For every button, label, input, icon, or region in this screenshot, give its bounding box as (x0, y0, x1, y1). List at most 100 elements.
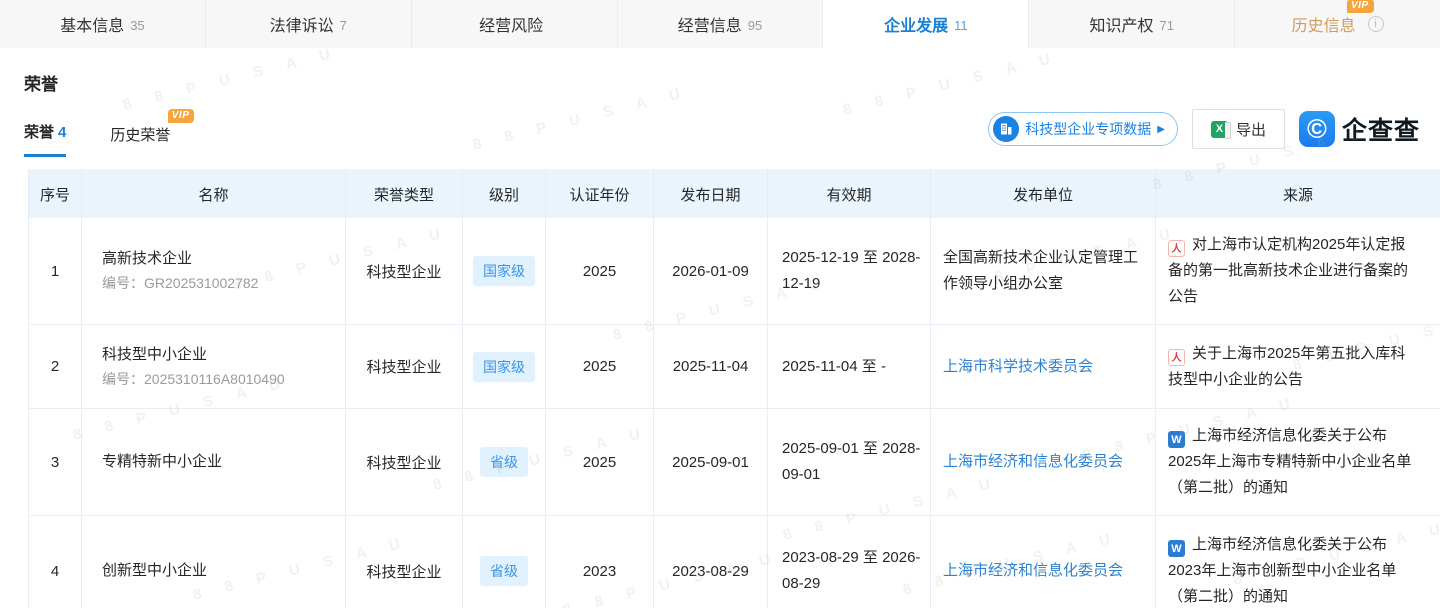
cell-validity: 2023-08-29 至 2026-08-29 (767, 516, 930, 608)
subtab-label: 历史荣誉 (110, 127, 171, 144)
vip-badge: VIP (167, 109, 195, 123)
excel-icon: X (1210, 120, 1231, 139)
action-buttons: 科技型企业专项数据 ▶ X 导出 © 企查查 (988, 109, 1420, 157)
table-body: 1 高新技术企业 编号：GR202531002782 科技型企业 国家级 202… (28, 218, 1440, 608)
tab-business-risk[interactable]: 经营风险 (412, 0, 618, 48)
tab-count: 7 (339, 17, 347, 33)
tech-enterprise-data-label: 科技型企业专项数据 (1025, 121, 1152, 137)
cell-name: 科技型中小企业 编号：2025310116A8010490 (81, 325, 345, 409)
cell-publish-date: 2023-08-29 (653, 516, 767, 608)
source-text: 上海市经济信息化委关于公布2025年上海市专精特新中小企业名单（第二批）的通知 (1168, 427, 1412, 496)
cell-cert-year: 2025 (545, 218, 653, 325)
cell-name: 高新技术企业 编号：GR202531002782 (81, 218, 345, 325)
qichacha-logo-text: 企查查 (1341, 117, 1420, 145)
table-header-row: 序号 名称 荣誉类型 级别 认证年份 发布日期 有效期 发布单位 来源 (28, 169, 1440, 218)
honor-name: 高新技术企业 (102, 250, 193, 267)
header-source: 来源 (1155, 170, 1440, 218)
cell-source: 对上海市认定机构2025年认定报备的第一批高新技术企业进行备案的公告 (1155, 218, 1440, 325)
cell-cert-year: 2025 (545, 325, 653, 409)
honor-name: 专精特新中小企业 (102, 453, 223, 470)
cell-level: 省级 (462, 409, 545, 516)
honor-code: 编号：GR202531002782 (102, 275, 259, 291)
info-icon[interactable]: i (1367, 16, 1384, 32)
cell-publish-date: 2025-09-01 (653, 409, 767, 516)
cell-name: 专精特新中小企业 (81, 409, 345, 516)
cell-level: 国家级 (462, 325, 545, 409)
top-tab-bar: 基本信息 35 法律诉讼 7 经营风险 经营信息 95 企业发展 11 知识产权… (0, 0, 1440, 48)
level-badge: 省级 (480, 556, 528, 586)
subtab-history-honors[interactable]: 历史荣誉 VIP (110, 109, 195, 157)
cell-source: 关于上海市2025年第五批入库科技型中小企业的公告 (1155, 325, 1440, 409)
export-label: 导出 (1235, 121, 1266, 139)
tab-enterprise-development[interactable]: 企业发展 11 (823, 0, 1030, 48)
qichacha-logo[interactable]: © 企查查 (1298, 111, 1420, 147)
subtab-count: 4 (58, 124, 67, 141)
header-name: 名称 (81, 170, 345, 218)
building-icon (993, 116, 1020, 142)
tab-basic-info[interactable]: 基本信息 35 (0, 0, 206, 48)
export-button[interactable]: X 导出 (1191, 109, 1285, 149)
table-row: 4 创新型中小企业 科技型企业 省级 2023 2023-08-29 2023-… (28, 516, 1440, 608)
honor-name: 科技型中小企业 (102, 345, 208, 363)
tech-enterprise-data-button[interactable]: 科技型企业专项数据 ▶ (988, 112, 1178, 146)
table-row: 1 高新技术企业 编号：GR202531002782 科技型企业 国家级 202… (28, 218, 1440, 325)
header-issuer: 发布单位 (930, 170, 1155, 218)
tab-count: 35 (130, 17, 145, 33)
tab-label: 法律诉讼 (269, 18, 334, 35)
cell-level: 国家级 (462, 218, 545, 325)
subtab-honors[interactable]: 荣誉 4 (24, 121, 67, 157)
source-document-link[interactable]: 上海市经济信息化委关于公布 2023年上海市创新型中小企业名单（第二批）的通知 (1168, 532, 1418, 608)
pdf-icon (1168, 240, 1185, 257)
cell-issuer-link[interactable]: 上海市经济和信息化委员会 (930, 409, 1155, 516)
honor-section: 荣誉 荣誉 4 历史荣誉 VIP 科技型企业专项数据 ▶ X 导出 © 企查查 … (0, 70, 1440, 608)
cell-validity: 2025-09-01 至 2028-09-01 (767, 409, 930, 516)
cell-issuer-link[interactable]: 上海市科学技术委员会 (930, 325, 1155, 409)
vip-badge: VIP (1346, 0, 1374, 13)
cell-name: 创新型中小企业 (81, 516, 345, 608)
tab-label: 基本信息 (60, 18, 125, 35)
source-text: 对上海市认定机构2025年认定报备的第一批高新技术企业进行备案的公告 (1168, 236, 1409, 305)
tab-count: 11 (954, 17, 968, 33)
cell-source: 上海市经济信息化委关于公布 2023年上海市创新型中小企业名单（第二批）的通知 (1155, 516, 1440, 608)
honor-name: 创新型中小企业 (102, 562, 208, 579)
header-validity: 有效期 (767, 170, 930, 218)
header-cert-year: 认证年份 (545, 170, 653, 218)
header-honor-type: 荣誉类型 (345, 170, 462, 218)
cell-no: 1 (28, 218, 81, 325)
subtab-label: 荣誉 (24, 124, 55, 141)
cell-no: 3 (28, 409, 81, 516)
tab-business-info[interactable]: 经营信息 95 (618, 0, 824, 48)
source-document-link[interactable]: 上海市经济信息化委关于公布2025年上海市专精特新中小企业名单（第二批）的通知 (1168, 423, 1418, 501)
tab-label: 经营风险 (479, 18, 544, 35)
source-document-link[interactable]: 关于上海市2025年第五批入库科技型中小企业的公告 (1168, 341, 1418, 393)
cell-publish-date: 2026-01-09 (653, 218, 767, 325)
cell-cert-year: 2023 (545, 516, 653, 608)
cell-source: 上海市经济信息化委关于公布2025年上海市专精特新中小企业名单（第二批）的通知 (1155, 409, 1440, 516)
level-badge: 省级 (480, 447, 528, 477)
section-title: 荣誉 (24, 75, 58, 94)
cell-honor-type: 科技型企业 (345, 516, 462, 608)
sub-tab-bar: 荣誉 4 历史荣誉 VIP 科技型企业专项数据 ▶ X 导出 © 企查查 (24, 109, 1420, 157)
level-badge: 国家级 (473, 256, 535, 286)
tab-label: 经营信息 (677, 18, 742, 35)
cell-issuer-link[interactable]: 上海市经济和信息化委员会 (930, 516, 1155, 608)
level-badge: 国家级 (473, 351, 535, 382)
table-row: 3 专精特新中小企业 科技型企业 省级 2025 2025-09-01 2025… (28, 409, 1440, 516)
cell-honor-type: 科技型企业 (345, 409, 462, 516)
cell-cert-year: 2025 (545, 409, 653, 516)
cell-level: 省级 (462, 516, 545, 608)
qichacha-logo-icon: © (1298, 111, 1335, 147)
source-text: 上海市经济信息化委关于公布 2023年上海市创新型中小企业名单（第二批）的通知 (1168, 536, 1397, 605)
cell-issuer: 全国高新技术企业认定管理工作领导小组办公室 (930, 218, 1155, 325)
source-document-link[interactable]: 对上海市认定机构2025年认定报备的第一批高新技术企业进行备案的公告 (1168, 232, 1418, 310)
tab-legal-litigation[interactable]: 法律诉讼 7 (206, 0, 412, 48)
cell-validity: 2025-11-04 至 - (767, 325, 930, 409)
header-no: 序号 (28, 170, 81, 218)
honor-code: 编号：2025310116A8010490 (102, 370, 285, 387)
cell-honor-type: 科技型企业 (345, 218, 462, 325)
tab-intellectual-property[interactable]: 知识产权 71 (1029, 0, 1236, 48)
honors-table: 序号 名称 荣誉类型 级别 认证年份 发布日期 有效期 发布单位 来源 1 高新… (28, 169, 1440, 608)
tab-label: 历史信息 (1291, 18, 1356, 35)
cell-no: 2 (28, 325, 81, 409)
tab-history-info[interactable]: 历史信息 VIP i (1235, 0, 1440, 48)
